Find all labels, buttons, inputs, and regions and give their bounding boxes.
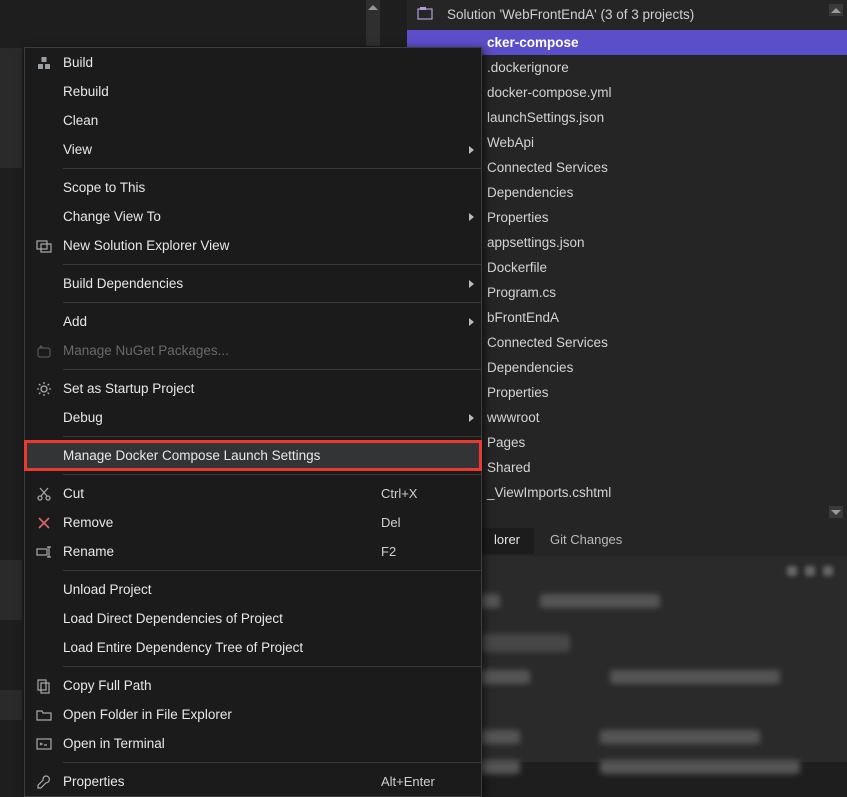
menu-cut[interactable]: CutCtrl+X (25, 479, 481, 508)
menu-separator (63, 436, 481, 437)
editor-gutter (0, 0, 22, 762)
tab-solution-explorer[interactable]: lorer (480, 528, 534, 554)
build-icon (36, 55, 52, 71)
menu-view[interactable]: View (25, 135, 481, 164)
menu-separator (63, 302, 481, 303)
menu-copy-path[interactable]: Copy Full Path (25, 671, 481, 700)
menu-separator (63, 369, 481, 370)
menu-separator (63, 474, 481, 475)
menu-open-terminal[interactable]: Open in Terminal (25, 729, 481, 758)
rename-icon (36, 544, 52, 560)
menu-clean[interactable]: Clean (25, 106, 481, 135)
menu-change-view[interactable]: Change View To (25, 202, 481, 231)
folder-open-icon (36, 707, 52, 723)
wrench-icon (36, 774, 52, 790)
terminal-icon (36, 736, 52, 752)
solution-header[interactable]: Solution 'WebFrontEndA' (3 of 3 projects… (407, 0, 847, 28)
menu-separator (63, 264, 481, 265)
menu-debug[interactable]: Debug (25, 403, 481, 432)
tab-git-changes[interactable]: Git Changes (536, 528, 636, 554)
menu-rebuild[interactable]: Rebuild (25, 77, 481, 106)
menu-remove[interactable]: RemoveDel (25, 508, 481, 537)
menu-add[interactable]: Add (25, 307, 481, 336)
menu-separator (63, 168, 481, 169)
menu-unload[interactable]: Unload Project (25, 575, 481, 604)
menu-build-deps[interactable]: Build Dependencies (25, 269, 481, 298)
menu-load-direct[interactable]: Load Direct Dependencies of Project (25, 604, 481, 633)
nuget-icon (36, 343, 52, 359)
menu-load-entire[interactable]: Load Entire Dependency Tree of Project (25, 633, 481, 662)
panel-tabs: lorer Git Changes (480, 528, 636, 554)
menu-new-sln-view[interactable]: New Solution Explorer View (25, 231, 481, 260)
copy-icon (36, 678, 52, 694)
menu-properties[interactable]: PropertiesAlt+Enter (25, 767, 481, 796)
menu-build[interactable]: Build (25, 48, 481, 77)
remove-icon (36, 515, 52, 531)
solution-icon (417, 6, 433, 22)
editor-scrollbar[interactable] (366, 0, 380, 46)
project-context-menu: Build Rebuild Clean View Scope to This C… (24, 47, 482, 797)
menu-separator (63, 762, 481, 763)
menu-startup[interactable]: Set as Startup Project (25, 374, 481, 403)
menu-nuget: Manage NuGet Packages... (25, 336, 481, 365)
menu-scope[interactable]: Scope to This (25, 173, 481, 202)
menu-separator (63, 666, 481, 667)
gear-icon (36, 381, 52, 397)
new-view-icon (36, 238, 52, 254)
solution-scrollbar[interactable] (829, 4, 843, 522)
menu-separator (63, 570, 481, 571)
cut-icon (36, 486, 52, 502)
menu-open-folder[interactable]: Open Folder in File Explorer (25, 700, 481, 729)
menu-rename[interactable]: RenameF2 (25, 537, 481, 566)
menu-docker-launch-settings[interactable]: Manage Docker Compose Launch Settings (25, 441, 481, 470)
solution-title: Solution 'WebFrontEndA' (3 of 3 projects… (447, 7, 694, 22)
